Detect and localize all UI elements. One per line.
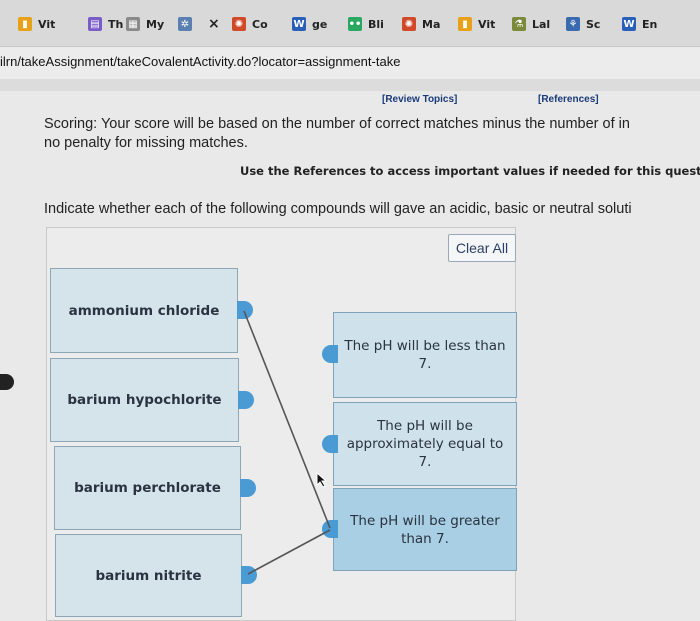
gear-icon: ✺: [402, 17, 416, 31]
browser-tab[interactable]: ✺ Co: [232, 12, 268, 36]
browser-tab[interactable]: ✲ ×: [178, 12, 220, 36]
target-ph-equal-7[interactable]: The pH will be approximately equal to 7.: [333, 402, 517, 486]
references-link[interactable]: [References]: [538, 94, 599, 105]
scoring-line-2: no penalty for missing matches.: [44, 135, 248, 151]
browser-tab[interactable]: •• Bli: [348, 12, 384, 36]
top-links: [Review Topics] [References]: [0, 92, 700, 110]
molecule-icon: ✲: [178, 17, 192, 31]
drop-handle-icon[interactable]: [322, 345, 338, 363]
browser-tab-label: Th: [108, 17, 124, 31]
browser-tab[interactable]: ▮ Vit: [458, 12, 495, 36]
browser-tab-label: En: [642, 17, 658, 31]
bookmark-icon: ▮: [458, 17, 472, 31]
browser-tab[interactable]: ▦ My: [126, 12, 164, 36]
browser-tab-label: ge: [312, 17, 328, 31]
url-text[interactable]: ilrn/takeAssignment/takeCovalentActivity…: [0, 54, 400, 69]
bookmark-icon: ▮: [18, 17, 32, 31]
compound-barium-hypochlorite[interactable]: barium hypochlorite: [50, 358, 239, 442]
word-icon: W: [292, 17, 306, 31]
close-tab-icon[interactable]: ×: [208, 16, 220, 32]
gear-icon: ✺: [232, 17, 246, 31]
scoring-line-1: Scoring: Your score will be based on the…: [44, 116, 630, 132]
drop-handle-icon[interactable]: [322, 520, 338, 538]
browser-tab-label: Co: [252, 17, 268, 31]
browser-tab-label: Lal: [532, 17, 551, 31]
scoring-text: Scoring: Your score will be based on the…: [44, 115, 700, 153]
browser-tab-label: Ma: [422, 17, 441, 31]
science-icon: ⚘: [566, 17, 580, 31]
clear-all-button[interactable]: Clear All: [448, 234, 516, 262]
browser-tab-label: Vit: [38, 17, 56, 31]
dots-icon: ••: [348, 17, 362, 31]
word-icon: W: [622, 17, 636, 31]
grid-icon: ▦: [126, 17, 140, 31]
target-ph-greater-than-7[interactable]: The pH will be greater than 7.: [333, 488, 517, 571]
browser-tab-label: Sc: [586, 17, 601, 31]
mouse-cursor-icon: [316, 472, 328, 488]
target-ph-less-than-7[interactable]: The pH will be less than 7.: [333, 312, 517, 398]
flask-icon: ⚗: [512, 17, 526, 31]
references-note: Use the References to access important v…: [240, 164, 700, 178]
toolbar-divider: [0, 79, 700, 91]
browser-tab-label: Vit: [478, 17, 496, 31]
drop-handle-icon[interactable]: [322, 435, 338, 453]
browser-tab[interactable]: ⚘ Sc: [566, 12, 600, 36]
browser-tab[interactable]: Wge: [292, 12, 327, 36]
compound-barium-perchlorate[interactable]: barium perchlorate: [54, 446, 241, 530]
question-text: Indicate whether each of the following c…: [44, 201, 632, 217]
browser-tab[interactable]: ▤ Th: [88, 12, 123, 36]
browser-tab[interactable]: ▮ Vit: [18, 12, 55, 36]
browser-tab-label: My: [146, 17, 165, 31]
browser-tab-bar: ▮ Vit ▤ Th ▦ My ✲ × ✺ Co Wge •• Bli ✺ Ma ▮ Vit ⚗ Lal ⚘ Sc W En: [0, 0, 700, 47]
address-bar[interactable]: ilrn/takeAssignment/takeCovalentActivity…: [0, 47, 700, 79]
page-icon: ▤: [88, 17, 102, 31]
browser-tab[interactable]: ✺ Ma: [402, 12, 440, 36]
review-topics-link[interactable]: [Review Topics]: [382, 94, 457, 105]
compound-barium-nitrite[interactable]: barium nitrite: [55, 534, 242, 617]
browser-tab[interactable]: W En: [622, 12, 657, 36]
browser-tab-label: Bli: [368, 17, 384, 31]
compound-ammonium-chloride[interactable]: ammonium chloride: [50, 268, 238, 353]
browser-tab[interactable]: ⚗ Lal: [512, 12, 550, 36]
